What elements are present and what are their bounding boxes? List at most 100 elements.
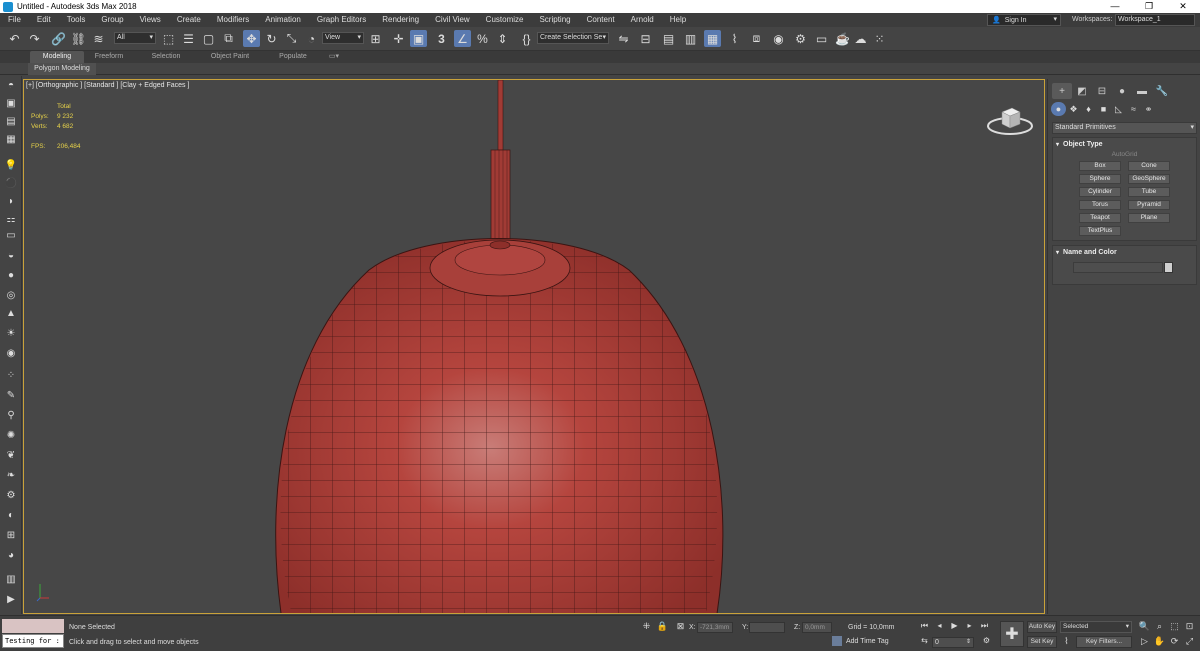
motion-tab-icon[interactable]: ●: [1112, 83, 1132, 99]
selection-filter-dropdown[interactable]: All ▾: [114, 32, 156, 44]
camera-icon[interactable]: ⚫: [3, 176, 19, 190]
name-and-color-header[interactable]: ▾ Name and Color: [1053, 246, 1196, 258]
torus-button[interactable]: Torus: [1079, 200, 1121, 210]
rectangular-selection-icon[interactable]: ▢: [200, 30, 217, 47]
default-in-out-tangents-icon[interactable]: ⌇: [1060, 636, 1073, 648]
current-frame-field[interactable]: 0 ⇕: [932, 637, 974, 648]
pyramid-button[interactable]: Pyramid: [1128, 200, 1170, 210]
create-tab-icon[interactable]: +: [1052, 83, 1072, 99]
brush-icon[interactable]: ✎: [3, 388, 19, 402]
schematic-view-icon[interactable]: ⧈: [748, 30, 765, 47]
toggle-ribbon-icon[interactable]: ▦: [704, 30, 721, 47]
space-warps-icon[interactable]: ≈: [1126, 102, 1141, 116]
menu-views[interactable]: Views: [132, 13, 169, 27]
orbit-icon[interactable]: ⟳: [1168, 636, 1181, 648]
menu-arnold[interactable]: Arnold: [623, 13, 662, 27]
cone-icon[interactable]: ▲: [3, 306, 19, 320]
viewport-label[interactable]: [+] [Orthographic ] [Standard ] [Clay + …: [26, 82, 189, 89]
menu-animation[interactable]: Animation: [257, 13, 309, 27]
render-sphere-icon[interactable]: ◕: [3, 548, 19, 562]
edit-named-selection-icon[interactable]: {}: [518, 30, 535, 47]
cone-button[interactable]: Cone: [1128, 161, 1170, 171]
teapot-button[interactable]: Teapot: [1079, 213, 1121, 223]
zoom-icon[interactable]: 🔍: [1138, 621, 1151, 633]
select-and-move-icon[interactable]: ✥: [243, 30, 260, 47]
sphere-icon[interactable]: ●: [3, 268, 19, 282]
snaps-toggle-icon[interactable]: 3: [433, 30, 450, 47]
zoom-extents-all-icon[interactable]: ⊡: [1183, 621, 1196, 633]
globe-icon[interactable]: ✺: [3, 428, 19, 442]
maxscript-listener-output[interactable]: [2, 619, 64, 633]
pivot-center-icon[interactable]: ⊞: [367, 30, 384, 47]
menu-graph-editors[interactable]: Graph Editors: [309, 13, 374, 27]
material-editor-icon[interactable]: ◉: [770, 30, 787, 47]
particles-icon[interactable]: ⁘: [3, 368, 19, 382]
close-button[interactable]: ✕: [1166, 0, 1200, 13]
isolate-selection-icon[interactable]: ⁜: [640, 621, 653, 633]
lights-icon[interactable]: ♦: [1081, 102, 1096, 116]
redo-icon[interactable]: ↷: [26, 30, 43, 47]
scene-explorer-icon[interactable]: ▣: [3, 96, 19, 110]
key-selection-dropdown[interactable]: Selected ▾: [1060, 621, 1132, 633]
minimize-button[interactable]: —: [1098, 0, 1132, 13]
tube-button[interactable]: Tube: [1128, 187, 1170, 197]
helpers-icon[interactable]: ◺: [1111, 102, 1126, 116]
menu-group[interactable]: Group: [93, 13, 131, 27]
workspace-select[interactable]: Workspace_1: [1115, 14, 1195, 26]
object-name-field[interactable]: [1073, 262, 1163, 273]
layer-list-icon[interactable]: ▤: [3, 114, 19, 128]
maxscript-input[interactable]: Testing for :: [2, 634, 64, 648]
hemisphere-icon[interactable]: ◒: [3, 248, 19, 262]
geometry-icon[interactable]: ●: [1051, 102, 1066, 116]
menu-create[interactable]: Create: [169, 13, 209, 27]
percent-snap-icon[interactable]: %: [474, 30, 491, 47]
tab-populate[interactable]: Populate: [270, 51, 316, 63]
z-coordinate-field[interactable]: 0,0mm: [802, 622, 832, 633]
pan-view-icon[interactable]: ✋: [1153, 636, 1166, 648]
x-coordinate-field[interactable]: -721,3mm: [697, 622, 733, 633]
right-arrow-icon[interactable]: ▶: [3, 592, 19, 606]
spinner-snap-icon[interactable]: ⇕: [494, 30, 511, 47]
scene-explorer-icon[interactable]: ▤: [660, 30, 677, 47]
menu-content[interactable]: Content: [579, 13, 623, 27]
menu-tools[interactable]: Tools: [59, 13, 94, 27]
field-of-view-icon[interactable]: ▷: [1138, 636, 1151, 648]
tab-modeling[interactable]: Modeling: [30, 51, 84, 63]
shapes-icon[interactable]: ❖: [1066, 102, 1081, 116]
box-icon[interactable]: ▭: [3, 228, 19, 242]
add-time-tag[interactable]: Add Time Tag: [832, 636, 889, 646]
menu-customize[interactable]: Customize: [478, 13, 532, 27]
viewport-scene[interactable]: [24, 80, 1045, 614]
bind-space-warp-icon[interactable]: ≋: [90, 30, 107, 47]
tab-selection[interactable]: Selection: [142, 51, 190, 63]
undo-icon[interactable]: ↶: [6, 30, 23, 47]
select-by-name-icon[interactable]: ☰: [180, 30, 197, 47]
play-icon[interactable]: ▶: [948, 621, 961, 633]
material-sphere-icon[interactable]: ◐: [3, 508, 19, 522]
bone-icon[interactable]: ⚲: [3, 408, 19, 422]
render-setup-icon[interactable]: ⚙: [792, 30, 809, 47]
viewcube[interactable]: [985, 98, 1035, 140]
light-icon[interactable]: 💡: [3, 158, 19, 172]
link-icon[interactable]: 🔗: [50, 30, 67, 47]
object-color-swatch[interactable]: [1164, 262, 1173, 273]
go-to-start-icon[interactable]: ⏮: [918, 621, 931, 633]
previous-frame-icon[interactable]: ◂: [933, 621, 946, 633]
utilities-tab-icon[interactable]: 🔧: [1152, 83, 1172, 99]
maximize-button[interactable]: ❐: [1132, 0, 1166, 13]
menu-modifiers[interactable]: Modifiers: [209, 13, 257, 27]
mirror-icon[interactable]: ⇋: [615, 30, 632, 47]
cylinder-button[interactable]: Cylinder: [1079, 187, 1121, 197]
sign-in-dropdown[interactable]: 👤 Sign In ▾: [987, 14, 1061, 26]
absolute-mode-icon[interactable]: ⊠: [674, 621, 687, 633]
container-icon[interactable]: ▦: [3, 132, 19, 146]
angle-snap-icon[interactable]: ∠: [454, 30, 471, 47]
tab-freeform[interactable]: Freeform: [86, 51, 132, 63]
selection-lock-icon[interactable]: 🔒: [656, 621, 669, 633]
y-coordinate-field[interactable]: [749, 622, 785, 633]
plane-button[interactable]: Plane: [1128, 213, 1170, 223]
render-production-icon[interactable]: ☕: [834, 30, 851, 47]
select-and-place-icon[interactable]: ◔: [303, 30, 320, 47]
layer-explorer-icon[interactable]: ▥: [682, 30, 699, 47]
key-filters-button[interactable]: Key Filters...: [1076, 636, 1132, 648]
